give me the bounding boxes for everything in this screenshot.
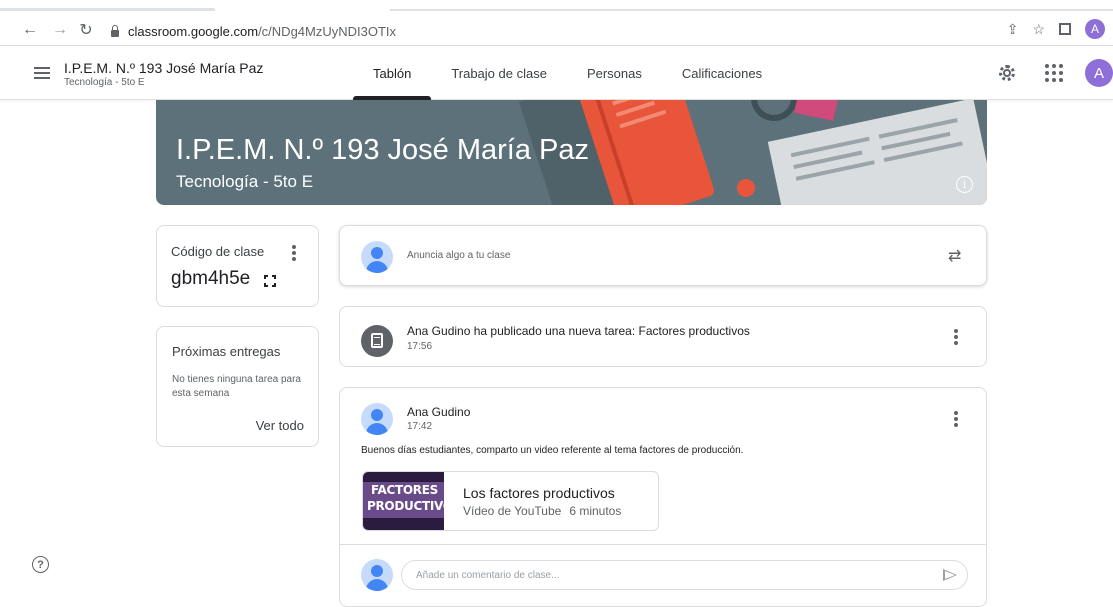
assignment-icon: [361, 325, 393, 357]
assignment-post-time: 17:56: [407, 341, 433, 352]
tab-people[interactable]: Personas: [567, 46, 662, 100]
upcoming-title: Próximas entregas: [172, 344, 281, 359]
classroom-header: I.P.E.M. N.º 193 José María Paz Tecnolog…: [0, 46, 1113, 100]
video-thumbnail[interactable]: FACTORES PRODUCTIVOS: [363, 472, 462, 530]
tab-strip: [0, 0, 1113, 11]
back-arrow-icon[interactable]: ←: [20, 20, 40, 40]
hamburger-menu-icon[interactable]: [34, 67, 50, 79]
more-vert-icon[interactable]: [954, 329, 958, 345]
url-domain: classroom.google.com: [128, 23, 259, 39]
header-actions: A: [997, 59, 1113, 87]
assignment-post-title[interactable]: Ana Gudino ha publicado una nueva tarea:…: [407, 324, 750, 338]
upcoming-card: Próximas entregas No tienes ninguna tare…: [156, 326, 319, 447]
star-icon[interactable]: ☆: [1032, 21, 1045, 38]
header-class-name[interactable]: I.P.E.M. N.º 193 José María Paz: [64, 60, 263, 76]
attachment-duration: 6 minutos: [569, 504, 622, 518]
gear-icon[interactable]: [997, 63, 1017, 83]
banner-class-title: I.P.E.M. N.º 193 José María Paz: [176, 134, 590, 166]
comment-placeholder: Añade un comentario de clase...: [416, 570, 560, 581]
class-code-value: gbm4h5e: [171, 268, 251, 289]
tab-stream[interactable]: Tablón: [353, 46, 432, 100]
share-icon[interactable]: ⇪: [1007, 21, 1019, 38]
url-path: /c/NDg4MzUyNDI3OTIx: [258, 23, 397, 39]
help-icon[interactable]: ?: [32, 556, 49, 573]
class-banner: I.P.E.M. N.º 193 José María Paz Tecnolog…: [156, 100, 987, 205]
upcoming-empty-message: No tienes ninguna tarea para esta semana: [172, 374, 301, 399]
send-icon[interactable]: [943, 569, 957, 581]
announce-placeholder[interactable]: Anuncia algo a tu clase: [407, 250, 510, 261]
fullscreen-icon[interactable]: [264, 275, 276, 287]
video-attachment[interactable]: FACTORES PRODUCTIVOS Los factores produc…: [362, 471, 659, 531]
thumbnail-text-line1: FACTORES: [371, 483, 438, 497]
browser-profile-avatar[interactable]: A: [1085, 19, 1105, 39]
repost-icon[interactable]: ⇄: [948, 246, 964, 265]
forward-arrow-icon[interactable]: →: [50, 20, 70, 40]
comment-input[interactable]: Añade un comentario de clase...: [401, 560, 968, 590]
browser-toolbar: ← → ↻ classroom.google.com/c/NDg4MzUyNDI…: [0, 0, 1113, 46]
post-body: Buenos días estudiantes, comparto un vid…: [361, 445, 744, 456]
comment-divider: [340, 544, 987, 545]
side-panel-icon[interactable]: [1059, 23, 1071, 35]
reload-icon[interactable]: ↻: [76, 20, 96, 40]
class-tabs: Tablón Trabajo de clase Personas Calific…: [353, 46, 782, 100]
commenter-avatar-icon: [361, 559, 393, 591]
tab-classwork[interactable]: Trabajo de clase: [431, 46, 567, 100]
tab-strip-line: [390, 9, 1113, 11]
apps-grid-icon[interactable]: [1045, 64, 1063, 82]
see-all-link[interactable]: Ver todo: [256, 418, 304, 433]
tab-grades[interactable]: Calificaciones: [662, 46, 782, 100]
header-class-section: Tecnología - 5to E: [64, 77, 145, 88]
info-icon[interactable]: i: [956, 176, 973, 193]
announce-card[interactable]: Anuncia algo a tu clase ⇄: [339, 225, 987, 286]
class-code-label: Código de clase: [171, 244, 265, 259]
post-author: Ana Gudino: [407, 405, 471, 419]
announcement-post: Ana Gudino 17:42 Buenos días estudiantes…: [339, 387, 987, 607]
attachment-title[interactable]: Los factores productivos: [463, 485, 615, 501]
active-tab-edge: [0, 0, 215, 11]
browser-actions: ⇪ ☆ A: [1007, 19, 1105, 39]
attachment-meta: Vídeo de YouTube 6 minutos: [463, 504, 621, 518]
more-vert-icon[interactable]: [292, 245, 296, 261]
user-avatar-icon: [361, 241, 393, 273]
post-time: 17:42: [407, 421, 433, 432]
account-avatar[interactable]: A: [1085, 59, 1113, 87]
banner-class-section: Tecnología - 5to E: [176, 172, 314, 191]
class-code-card: Código de clase gbm4h5e: [156, 225, 319, 307]
assignment-post[interactable]: Ana Gudino ha publicado una nueva tarea:…: [339, 306, 987, 367]
lock-icon: [110, 25, 120, 37]
thumbnail-text-line2: PRODUCTIVOS: [367, 499, 462, 513]
more-vert-icon[interactable]: [954, 411, 958, 427]
author-avatar-icon: [361, 403, 393, 435]
address-bar[interactable]: classroom.google.com/c/NDg4MzUyNDI3OTIx: [110, 20, 396, 42]
attachment-source: Vídeo de YouTube: [463, 504, 562, 518]
